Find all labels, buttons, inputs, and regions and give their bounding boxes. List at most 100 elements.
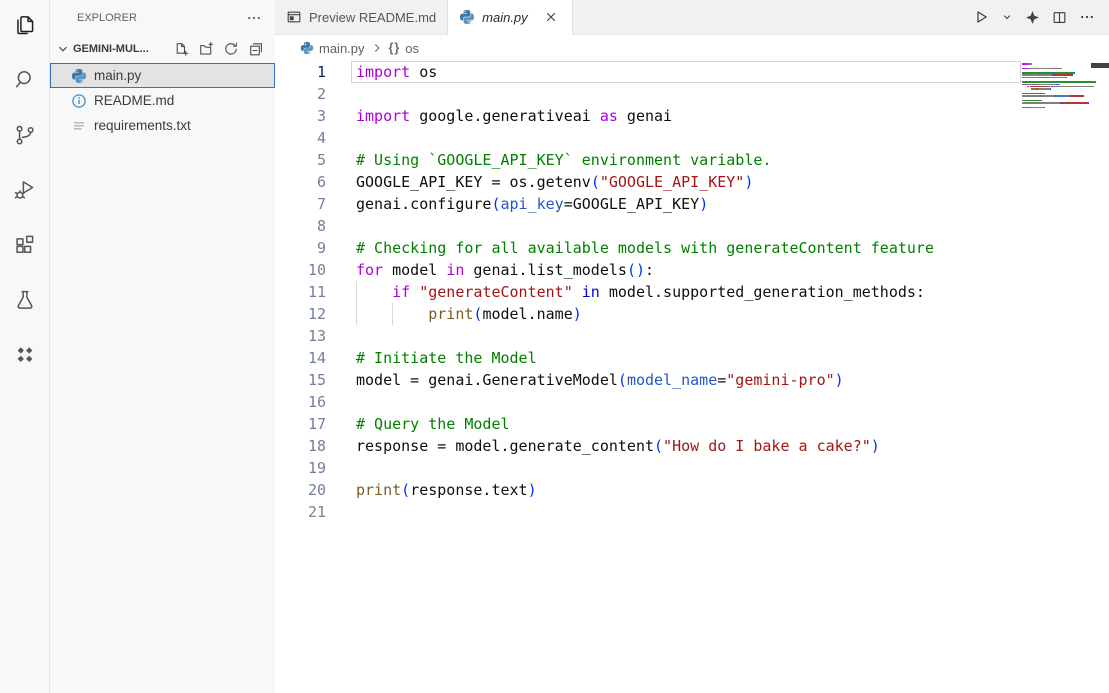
code-line[interactable]: # Using `GOOGLE_API_KEY` environment var…: [351, 149, 1021, 171]
indent-guide: [356, 281, 357, 303]
code-line[interactable]: # Checking for all available models with…: [351, 237, 1021, 259]
line-number[interactable]: 13: [275, 325, 326, 347]
chevron-down-icon: [55, 41, 71, 57]
activitybar-testing[interactable]: [0, 275, 49, 330]
line-number[interactable]: 12: [275, 303, 326, 325]
line-number[interactable]: 8: [275, 215, 326, 237]
code-line[interactable]: print(response.text): [351, 479, 1021, 501]
code-line[interactable]: [351, 391, 1021, 413]
code-line[interactable]: response = model.generate_content("How d…: [351, 435, 1021, 457]
workspace-folder-name: GEMINI-MUL...: [73, 43, 172, 55]
line-number[interactable]: 4: [275, 127, 326, 149]
line-number[interactable]: 16: [275, 391, 326, 413]
python-icon: [459, 9, 475, 25]
file-label: main.py: [94, 68, 141, 83]
line-number[interactable]: 1: [275, 61, 326, 83]
code-line[interactable]: [351, 325, 1021, 347]
sparkle-icon[interactable]: [1025, 10, 1040, 25]
files-icon: [12, 12, 38, 43]
code-line[interactable]: # Query the Model: [351, 413, 1021, 435]
line-number[interactable]: 17: [275, 413, 326, 435]
collapse-folders-icon[interactable]: [247, 40, 265, 58]
code-line[interactable]: genai.configure(api_key=GOOGLE_API_KEY): [351, 193, 1021, 215]
line-number[interactable]: 11: [275, 281, 326, 303]
code-line[interactable]: [351, 83, 1021, 105]
code-line[interactable]: import google.generativeai as genai: [351, 105, 1021, 127]
activitybar-run-debug[interactable]: [0, 165, 49, 220]
line-number[interactable]: 3: [275, 105, 326, 127]
python-icon: [300, 41, 314, 55]
workspace-folder-header[interactable]: GEMINI-MUL...: [50, 36, 275, 61]
editor-group: Preview README.md main.py main.py: [275, 0, 1109, 693]
sidebar-title: EXPLORER: [77, 12, 137, 24]
close-icon[interactable]: [541, 7, 561, 27]
code-line[interactable]: [351, 127, 1021, 149]
info-icon: [71, 93, 87, 109]
file-label: requirements.txt: [94, 118, 191, 133]
tab-main-py[interactable]: main.py: [448, 0, 573, 35]
line-number[interactable]: 5: [275, 149, 326, 171]
activitybar-extensions[interactable]: [0, 220, 49, 275]
search-icon: [12, 67, 38, 98]
code-editor[interactable]: 1 import os 23 import google.generativeai a…: [275, 61, 1109, 693]
tab-bar: Preview README.md main.py: [275, 0, 1109, 35]
tab-label: main.py: [482, 10, 528, 25]
line-number[interactable]: 20: [275, 479, 326, 501]
beaker-icon: [12, 287, 38, 318]
file-label: README.md: [94, 93, 174, 108]
new-folder-icon[interactable]: [197, 40, 215, 58]
new-file-icon[interactable]: [172, 40, 190, 58]
source-control-icon: [12, 122, 38, 153]
split-editor-icon[interactable]: [1052, 10, 1067, 25]
code-line[interactable]: for model in genai.list_models():: [351, 259, 1021, 281]
python-icon: [71, 68, 87, 84]
code-line[interactable]: model = genai.GenerativeModel(model_name…: [351, 369, 1021, 391]
markdown-preview-icon: [286, 9, 302, 25]
activitybar-explorer[interactable]: [0, 0, 49, 55]
code-line[interactable]: # Initiate the Model: [351, 347, 1021, 369]
line-number[interactable]: 7: [275, 193, 326, 215]
code-line[interactable]: [351, 215, 1021, 237]
file-item-README.md[interactable]: README.md: [50, 88, 275, 113]
tab-preview-readme[interactable]: Preview README.md: [275, 0, 448, 35]
run-debug-icon: [12, 177, 38, 208]
explorer-sidebar: EXPLORER GEMINI-MUL... main.py README.md r…: [50, 0, 275, 693]
run-dropdown-chevron-icon[interactable]: [1001, 11, 1013, 23]
refresh-explorer-icon[interactable]: [222, 40, 240, 58]
more-actions-icon[interactable]: [1079, 9, 1095, 25]
file-item-main.py[interactable]: main.py: [50, 63, 275, 88]
code-line[interactable]: [351, 501, 1021, 523]
line-number[interactable]: 18: [275, 435, 326, 457]
line-number[interactable]: 19: [275, 457, 326, 479]
line-number[interactable]: 15: [275, 369, 326, 391]
breadcrumb-file[interactable]: main.py: [319, 41, 365, 56]
code-line[interactable]: [351, 457, 1021, 479]
file-list: main.py README.md requirements.txt: [50, 63, 275, 138]
minimap[interactable]: [1022, 63, 1096, 111]
explorer-more-actions-icon[interactable]: [243, 7, 265, 29]
line-number[interactable]: 2: [275, 83, 326, 105]
activitybar-source-control[interactable]: [0, 110, 49, 165]
breadcrumb-symbol[interactable]: os: [405, 41, 419, 56]
namespace-icon[interactable]: {}: [389, 41, 401, 55]
line-number[interactable]: 10: [275, 259, 326, 281]
line-number[interactable]: 14: [275, 347, 326, 369]
breadcrumb: main.py {} os: [275, 35, 1109, 61]
line-number[interactable]: 21: [275, 501, 326, 523]
file-item-requirements.txt[interactable]: requirements.txt: [50, 113, 275, 138]
run-button[interactable]: [973, 9, 989, 25]
line-number[interactable]: 6: [275, 171, 326, 193]
activity-bar: [0, 0, 50, 693]
four-diamonds-icon: [12, 342, 38, 373]
code-line[interactable]: GOOGLE_API_KEY = os.getenv("GOOGLE_API_K…: [351, 171, 1021, 193]
vscode-window: EXPLORER GEMINI-MUL... main.py README.md r…: [0, 0, 1109, 693]
activitybar-search[interactable]: [0, 55, 49, 110]
code-line[interactable]: import os: [351, 61, 1021, 83]
tab-label: Preview README.md: [309, 10, 436, 25]
chevron-right-icon: [370, 41, 384, 55]
code-line[interactable]: print(model.name): [351, 303, 1021, 325]
overview-ruler-cursor-mark: [1091, 63, 1109, 68]
line-number[interactable]: 9: [275, 237, 326, 259]
code-line[interactable]: if "generateContent" in model.supported_…: [351, 281, 1021, 303]
activitybar-custom-extension[interactable]: [0, 330, 49, 385]
